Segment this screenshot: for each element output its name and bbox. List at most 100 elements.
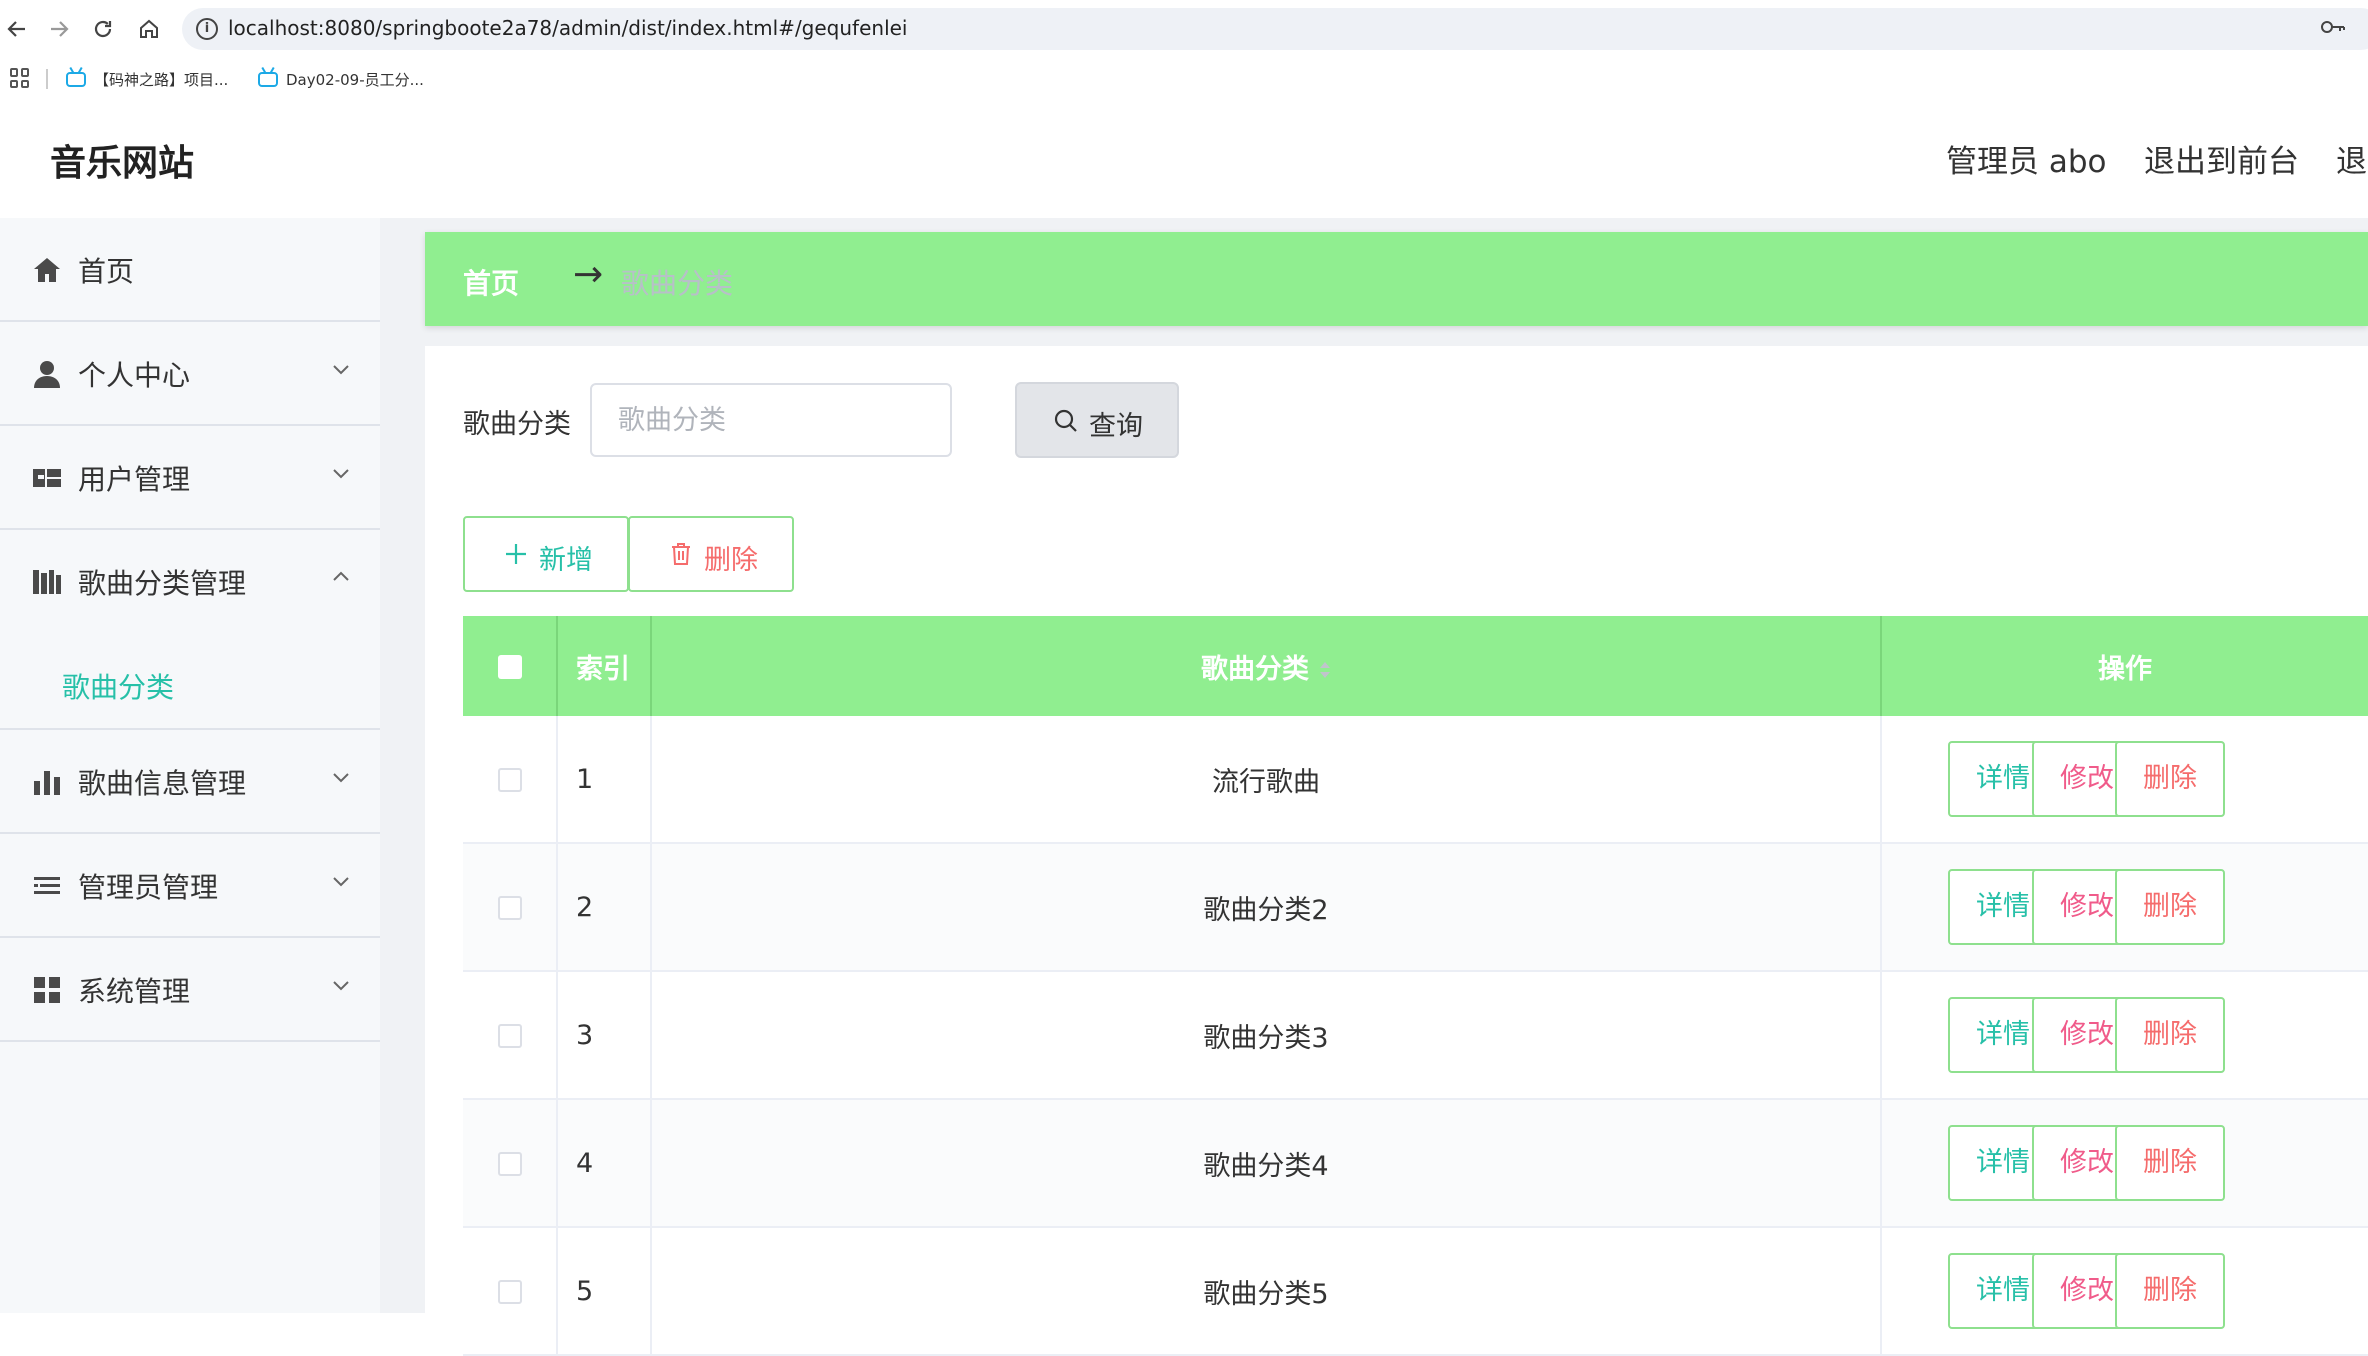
search-button-label: 查询: [1089, 411, 1143, 442]
row-index: 1: [557, 716, 652, 844]
row-checkbox[interactable]: [497, 768, 522, 792]
app-header: 音乐网站 管理员 abo 退出到前台 退: [0, 100, 2368, 218]
row-checkbox[interactable]: [497, 1024, 522, 1048]
row-category: 歌曲分类3: [651, 971, 1882, 1100]
row-operations: 详情 修改 删除: [1881, 716, 2368, 844]
breadcrumb-home-link[interactable]: 首页: [463, 262, 519, 302]
chevron-down-icon: [332, 464, 350, 482]
bookmark-label: Day02-09-员工分...: [286, 70, 424, 89]
row-category: 歌曲分类2: [651, 843, 1882, 972]
back-arrow-icon[interactable]: [0, 12, 34, 46]
row-select-cell: [463, 843, 558, 972]
address-bar[interactable]: i localhost:8080/springboote2a78/admin/d…: [182, 8, 2368, 50]
password-key-icon[interactable]: [2320, 16, 2346, 44]
sidebar-item-profile[interactable]: 个人中心: [0, 322, 380, 426]
breadcrumb: 首页 → 歌曲分类: [425, 232, 2368, 326]
header-operations: 操作: [1881, 616, 2368, 716]
sidebar-subitem-song-category[interactable]: 歌曲分类: [0, 638, 380, 728]
row-index: 5: [557, 1227, 652, 1356]
data-table: 索引 歌曲分类 操作 1 流行歌曲 详情 修改 删除 2 歌曲分类2 详情 修改…: [463, 616, 2368, 1356]
row-select-cell: [463, 971, 558, 1100]
sidebar-item-label: 个人中心: [78, 359, 191, 392]
exit-to-front-link[interactable]: 退出到前台: [2144, 136, 2299, 181]
delete-button[interactable]: 删除: [2115, 869, 2225, 945]
row-operations: 详情 修改 删除: [1881, 1227, 2368, 1356]
add-button[interactable]: 新增: [463, 516, 629, 592]
sidebar-item-category-management[interactable]: 歌曲分类管理: [0, 530, 380, 634]
sidebar-item-system-management[interactable]: 系统管理: [0, 938, 380, 1042]
bookmark-item[interactable]: Day02-09-员工分...: [258, 66, 424, 92]
row-index: 2: [557, 843, 652, 972]
bookmark-item[interactable]: 【码神之路】项目...: [66, 66, 228, 92]
add-button-label: 新增: [539, 545, 593, 576]
row-category: 歌曲分类4: [651, 1099, 1882, 1228]
batch-delete-label: 删除: [704, 545, 758, 576]
select-all-checkbox[interactable]: [497, 655, 522, 679]
search-icon: [1053, 408, 1079, 434]
batch-delete-button[interactable]: 删除: [628, 516, 794, 592]
breadcrumb-current: 歌曲分类: [621, 267, 734, 300]
bookmark-label: 【码神之路】项目...: [94, 70, 229, 89]
sidebar-item-label: 歌曲信息管理: [78, 767, 247, 800]
logout-link[interactable]: 退: [2336, 136, 2367, 181]
row-category: 歌曲分类5: [651, 1227, 1882, 1356]
books-icon: [32, 567, 62, 597]
table-row: 3 歌曲分类3 详情 修改 删除: [463, 971, 2368, 1100]
sort-icon[interactable]: [1319, 660, 1331, 680]
delete-button[interactable]: 删除: [2115, 1125, 2225, 1201]
row-select-cell: [463, 716, 558, 844]
bilibili-icon: [66, 71, 86, 87]
main-content: 首页 → 歌曲分类 歌曲分类 查询 新增 删除: [380, 218, 2368, 1356]
breadcrumb-arrow-icon: →: [573, 254, 604, 295]
row-index: 3: [557, 971, 652, 1100]
delete-button[interactable]: 删除: [2115, 1253, 2225, 1329]
row-checkbox[interactable]: [497, 1280, 522, 1304]
grid-icon: [32, 975, 62, 1005]
forward-arrow-icon[interactable]: [42, 12, 76, 46]
site-info-icon[interactable]: i: [196, 18, 218, 40]
apps-grid-icon[interactable]: [10, 68, 30, 88]
content-card: 歌曲分类 查询 新增 删除: [425, 346, 2368, 1356]
delete-button[interactable]: 删除: [2115, 997, 2225, 1073]
sidebar-item-label: 用户管理: [78, 463, 191, 496]
user-icon: [32, 359, 62, 389]
search-button[interactable]: 查询: [1015, 382, 1179, 458]
address-url[interactable]: localhost:8080/springboote2a78/admin/dis…: [228, 16, 908, 40]
row-select-cell: [463, 1227, 558, 1356]
sidebar-item-user-management[interactable]: 用户管理: [0, 426, 380, 530]
chevron-down-icon: [332, 360, 350, 378]
plus-icon: [503, 541, 529, 567]
header-category[interactable]: 歌曲分类: [651, 616, 1882, 716]
browser-toolbar: i localhost:8080/springboote2a78/admin/d…: [0, 0, 2368, 58]
sidebar-subitem-label: 歌曲分类: [62, 671, 175, 704]
reload-icon[interactable]: [86, 12, 120, 46]
row-index: 4: [557, 1099, 652, 1228]
row-checkbox[interactable]: [497, 896, 522, 920]
admin-user-label[interactable]: 管理员 abo: [1946, 136, 2107, 181]
users-icon: [32, 463, 62, 493]
bookmarks-bar: 【码神之路】项目... Day02-09-员工分...: [0, 58, 2368, 100]
sidebar-item-admin-management[interactable]: 管理员管理: [0, 834, 380, 938]
list-icon: [32, 871, 62, 901]
app-title: 音乐网站: [50, 143, 195, 184]
row-select-cell: [463, 1099, 558, 1228]
header-select-all[interactable]: [463, 616, 558, 716]
bookmark-divider: [46, 69, 48, 89]
header-index: 索引: [557, 616, 652, 716]
table-header-row: 索引 歌曲分类 操作: [463, 616, 2368, 716]
chevron-up-icon: [332, 568, 350, 586]
bar-chart-icon: [32, 767, 62, 797]
search-input[interactable]: [590, 383, 952, 457]
home-icon: [32, 255, 62, 285]
table-row: 1 流行歌曲 详情 修改 删除: [463, 716, 2368, 844]
row-checkbox[interactable]: [497, 1152, 522, 1176]
sidebar-item-home[interactable]: 首页: [0, 218, 380, 322]
row-operations: 详情 修改 删除: [1881, 843, 2368, 972]
sidebar-item-song-info-management[interactable]: 歌曲信息管理: [0, 730, 380, 834]
delete-button[interactable]: 删除: [2115, 741, 2225, 817]
home-browser-icon[interactable]: [132, 12, 166, 46]
chevron-down-icon: [332, 976, 350, 994]
bilibili-icon: [258, 71, 278, 87]
sidebar-item-label: 歌曲分类管理: [78, 567, 247, 600]
chevron-down-icon: [332, 872, 350, 890]
